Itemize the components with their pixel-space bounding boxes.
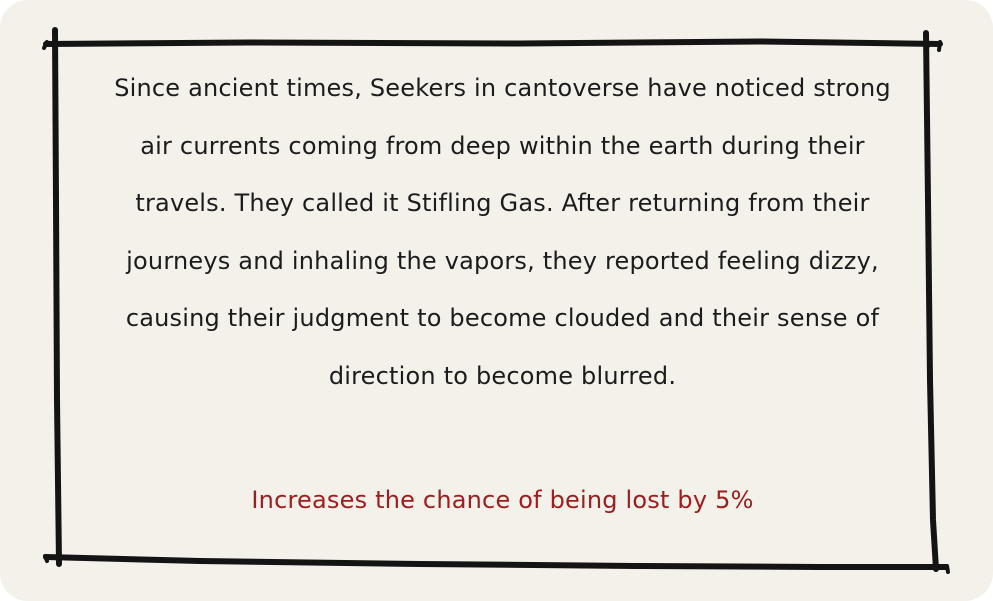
event-effect: Increases the chance of being lost by 5% <box>251 486 754 514</box>
event-card: Since ancient times, Seekers in cantover… <box>0 0 993 601</box>
event-description: Since ancient times, Seekers in cantover… <box>114 74 891 390</box>
